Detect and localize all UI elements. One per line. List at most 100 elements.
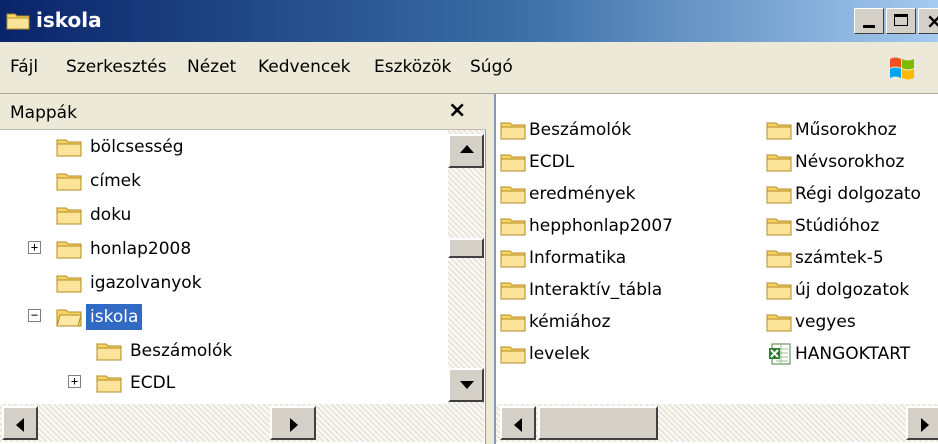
- tree-item-label: iskola: [86, 304, 143, 330]
- tree-item[interactable]: igazolvanyok: [56, 266, 202, 300]
- maximize-button[interactable]: [886, 8, 916, 34]
- files-horizontal-scrollbar[interactable]: [496, 404, 938, 442]
- folder-icon: [500, 314, 526, 332]
- arrow-up-icon: [460, 145, 474, 153]
- tree-item[interactable]: doku: [56, 198, 131, 232]
- folder-icon: [96, 343, 122, 361]
- scroll-thumb[interactable]: [448, 238, 484, 258]
- scroll-left-button[interactable]: [500, 406, 536, 440]
- file-item[interactable]: számtek-5: [766, 244, 884, 272]
- folder-icon: [500, 282, 526, 300]
- scroll-down-button[interactable]: [448, 368, 484, 402]
- minimize-button[interactable]: [854, 8, 884, 34]
- menu-file[interactable]: Fájl: [10, 56, 38, 78]
- file-item-label: Interaktív_tábla: [529, 280, 663, 300]
- files-pane: Beszámolók ECDL eredmények hepphonlap200…: [494, 94, 938, 444]
- menu-help[interactable]: Súgó: [470, 56, 513, 78]
- folder-icon: [766, 154, 792, 172]
- tree-item-label: bölcsesség: [90, 137, 184, 157]
- menu-view[interactable]: Nézet: [187, 56, 236, 78]
- file-item[interactable]: Régi dolgozato: [766, 180, 921, 208]
- arrow-down-icon: [460, 381, 474, 389]
- file-item-label: számtek-5: [795, 248, 884, 268]
- file-item[interactable]: ECDL: [500, 148, 574, 176]
- folder-icon: [500, 250, 526, 268]
- file-item-label: hepphonlap2007: [529, 216, 673, 236]
- file-item-label: kémiához: [529, 312, 611, 332]
- title-bar[interactable]: iskola ×: [0, 0, 938, 42]
- file-item[interactable]: Névsorokhoz: [766, 148, 904, 176]
- tree-item-label: ECDL: [130, 373, 176, 393]
- folder-icon: [6, 13, 30, 30]
- file-item[interactable]: levelek: [500, 340, 590, 368]
- file-item[interactable]: Stúdióhoz: [766, 212, 879, 240]
- tree-item[interactable]: Beszámolók: [96, 334, 232, 368]
- file-item-label: Műsorokhoz: [795, 120, 897, 140]
- tree-item-label: doku: [90, 205, 132, 225]
- file-item[interactable]: új dolgozatok: [766, 276, 909, 304]
- file-item[interactable]: eredmények: [500, 180, 635, 208]
- folders-vertical-scrollbar[interactable]: [448, 130, 484, 404]
- arrow-right-icon: [290, 418, 298, 432]
- file-item[interactable]: Interaktív_tábla: [500, 276, 662, 304]
- folders-pane-title: Mappák: [10, 103, 77, 123]
- file-item-label: vegyes: [795, 312, 856, 332]
- scroll-left-button[interactable]: [2, 406, 38, 440]
- close-button[interactable]: ×: [918, 8, 938, 34]
- minimize-icon: [863, 25, 875, 28]
- folder-icon: [56, 241, 82, 259]
- windows-logo-icon: [890, 57, 914, 80]
- folder-icon: [766, 122, 792, 140]
- collapse-toggle[interactable]: −: [28, 309, 41, 322]
- file-item[interactable]: Informatika: [500, 244, 626, 272]
- file-item-label: Informatika: [529, 248, 627, 268]
- window-title: iskola: [36, 8, 102, 32]
- tree-item[interactable]: ECDL: [96, 366, 175, 398]
- expand-toggle[interactable]: +: [28, 241, 41, 254]
- file-item[interactable]: Beszámolók: [500, 116, 631, 144]
- file-item[interactable]: hepphonlap2007: [500, 212, 673, 240]
- folder-icon: [500, 154, 526, 172]
- tree-item[interactable]: címek: [56, 164, 141, 198]
- tree-item[interactable]: honlap2008: [56, 232, 191, 266]
- menu-tools[interactable]: Eszközök: [374, 56, 451, 78]
- arrow-left-icon: [514, 418, 522, 432]
- excel-file-icon: [769, 343, 791, 365]
- folder-tree: bölcsesség címek doku + honlap2008 igazo…: [0, 130, 448, 398]
- file-item-label: HANGOKTART: [795, 344, 911, 364]
- file-item[interactable]: Műsorokhoz: [766, 116, 897, 144]
- folder-icon: [96, 375, 122, 393]
- file-item[interactable]: HANGOKTART: [768, 340, 910, 368]
- scroll-up-button[interactable]: [448, 134, 484, 168]
- tree-item-label: honlap2008: [90, 239, 192, 259]
- arrow-left-icon: [16, 418, 24, 432]
- menu-favorites[interactable]: Kedvencek: [258, 56, 351, 78]
- scroll-right-button[interactable]: [270, 406, 316, 440]
- arrow-right-icon: [921, 418, 929, 432]
- folder-icon: [500, 218, 526, 236]
- file-item-label: eredmények: [529, 184, 636, 204]
- scroll-right-button[interactable]: [906, 406, 938, 440]
- folder-icon: [766, 314, 792, 332]
- folder-icon: [56, 173, 82, 191]
- folders-horizontal-scrollbar[interactable]: [0, 404, 484, 442]
- folder-icon: [500, 122, 526, 140]
- tree-item-label: Beszámolók: [130, 341, 233, 361]
- folder-icon: [766, 218, 792, 236]
- file-item[interactable]: vegyes: [766, 308, 856, 336]
- folders-pane-header: Mappák ×: [0, 94, 486, 130]
- close-pane-icon[interactable]: ×: [448, 98, 466, 124]
- file-item[interactable]: kémiához: [500, 308, 611, 336]
- folder-icon: [766, 186, 792, 204]
- tree-item-selected[interactable]: iskola: [56, 300, 143, 334]
- maximize-icon: [894, 14, 908, 26]
- tree-item[interactable]: bölcsesség: [56, 130, 184, 164]
- folders-pane: Mappák × bölcsesség címek doku + honlap2…: [0, 94, 486, 444]
- tree-item-label: igazolvanyok: [90, 273, 202, 293]
- file-item-label: levelek: [529, 344, 590, 364]
- menu-edit[interactable]: Szerkesztés: [66, 56, 167, 78]
- close-icon: ×: [926, 9, 938, 33]
- scroll-thumb[interactable]: [538, 406, 658, 440]
- expand-toggle[interactable]: +: [68, 375, 81, 388]
- folder-icon: [56, 207, 82, 225]
